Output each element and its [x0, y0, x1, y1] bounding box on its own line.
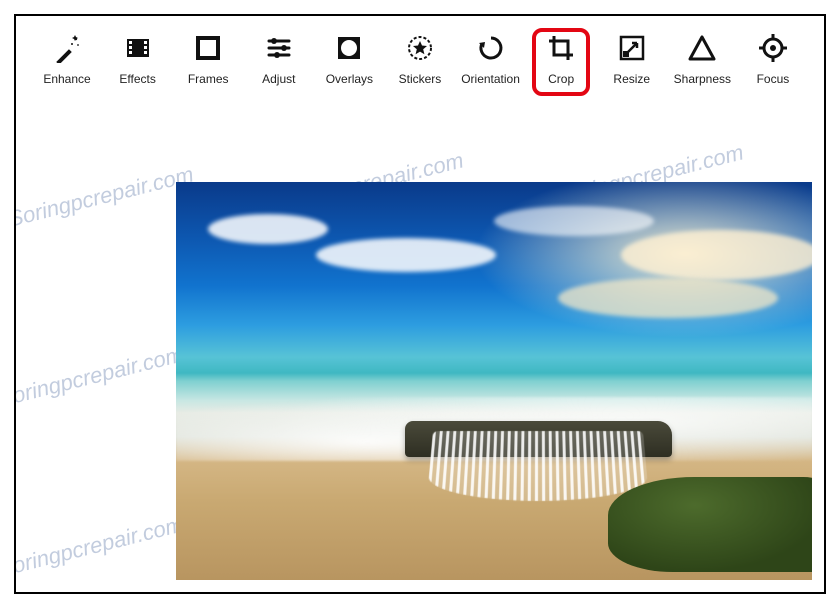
tool-orientation[interactable]: Orientation: [458, 32, 524, 86]
edited-image[interactable]: [176, 182, 812, 580]
rotate-icon: [474, 32, 508, 64]
sliders-icon: [262, 32, 296, 64]
tool-stickers[interactable]: Stickers: [387, 32, 453, 86]
tool-label: Stickers: [399, 72, 442, 86]
watermark: Soringpcrepair.com: [14, 161, 196, 232]
tool-effects[interactable]: Effects: [105, 32, 171, 86]
wand-icon: [50, 32, 84, 64]
editor-window: Enhance Effects Frames Adjust Overlays: [14, 14, 826, 594]
watermark: Soringpcrepair.com: [14, 341, 186, 412]
frame-icon: [191, 32, 225, 64]
tool-label: Sharpness: [674, 72, 731, 86]
tool-label: Enhance: [43, 72, 90, 86]
tool-label: Effects: [119, 72, 155, 86]
tool-label: Crop: [548, 72, 574, 86]
image-content: [176, 182, 812, 580]
tool-resize[interactable]: Resize: [599, 32, 665, 86]
tool-focus[interactable]: Focus: [740, 32, 806, 86]
tool-label: Adjust: [262, 72, 295, 86]
tool-overlays[interactable]: Overlays: [316, 32, 382, 86]
toolbar: Enhance Effects Frames Adjust Overlays: [16, 16, 824, 96]
watermark: Soringpcrepair.com: [14, 511, 186, 582]
tool-label: Resize: [613, 72, 650, 86]
tool-label: Frames: [188, 72, 229, 86]
resize-icon: [615, 32, 649, 64]
canvas-area: Soringpcrepair.com Soringpcrepair.com So…: [16, 104, 824, 592]
vignette-icon: [332, 32, 366, 64]
tool-adjust[interactable]: Adjust: [246, 32, 312, 86]
crop-icon: [544, 32, 578, 64]
target-icon: [756, 32, 790, 64]
filmstrip-icon: [121, 32, 155, 64]
star-badge-icon: [403, 32, 437, 64]
tool-crop[interactable]: Crop: [528, 32, 594, 86]
tool-label: Overlays: [326, 72, 373, 86]
tool-sharpness[interactable]: Sharpness: [669, 32, 735, 86]
tool-enhance[interactable]: Enhance: [34, 32, 100, 86]
tool-frames[interactable]: Frames: [175, 32, 241, 86]
triangle-icon: [685, 32, 719, 64]
tool-label: Orientation: [461, 72, 520, 86]
tool-label: Focus: [757, 72, 790, 86]
